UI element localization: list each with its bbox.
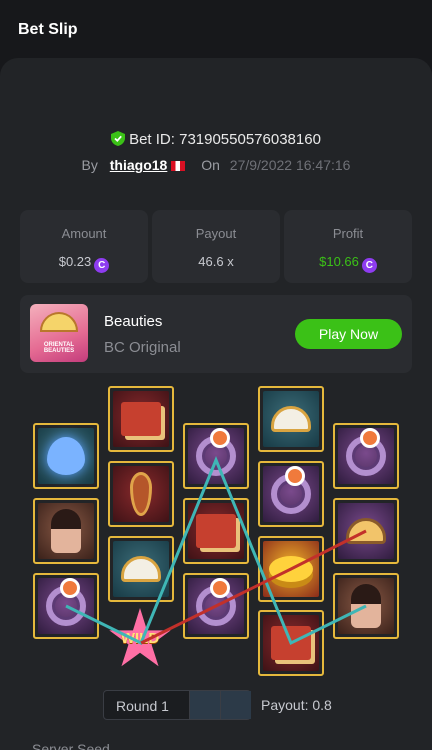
round-selector[interactable]: Round 1 [103,690,251,720]
round-label: Round 1 [116,698,169,714]
play-now-button[interactable]: Play Now [295,319,402,349]
profit-value: $10.66 [319,254,359,269]
reel-cell [258,610,324,676]
ring-icon [346,428,386,476]
reel-cell [183,573,249,639]
coin-icon: C [361,258,377,273]
reels-grid: WILD [0,380,432,680]
stat-profit: Profit $10.66 C [284,210,412,283]
on-label: On [201,157,220,173]
stat-label: Payout [195,226,237,241]
stat-value: $0.23 C [20,254,148,273]
coin-icon: C [94,258,110,273]
reel-cell [108,536,174,602]
shield-check-icon [111,131,126,146]
reel-cell [108,461,174,527]
lotus-icon [47,437,85,475]
reel-cell [108,386,174,452]
stat-payout: Payout 46.6 x [152,210,280,283]
reel-cell [258,536,324,602]
reel-cell [333,423,399,489]
lady-icon [51,509,81,553]
bet-id: Bet ID: 73190550576038160 [129,131,321,148]
reel-cell [183,423,249,489]
reel-cell [333,573,399,639]
reel-cell [33,573,99,639]
peru-flag-icon [171,161,186,171]
server-seed-label: Server Seed [32,741,110,750]
ring-icon [196,428,236,476]
reel-cell [183,498,249,564]
book-icon [121,402,161,436]
book-icon [196,514,236,548]
lady-icon [351,584,381,628]
stat-value: 46.6 x [198,254,234,269]
fan-icon [40,312,78,332]
round-payout: Payout: 0.8 [261,697,332,713]
ring-icon [271,466,311,514]
reel-cell [33,423,99,489]
stat-label: Amount [61,226,107,241]
prev-round-button[interactable] [189,691,220,719]
reel-cell [258,386,324,452]
wild-label: WILD [120,630,160,647]
wild-symbol: WILD [108,608,172,672]
ring-icon [46,578,86,626]
book-icon [271,626,311,660]
bet-id-row: Bet ID: 73190550576038160 [0,131,432,148]
thumbnail-title: ORIENTAL BEAUTIES [43,342,75,354]
amount-value: $0.23 [58,254,92,269]
by-label: By [81,157,98,173]
game-card: ORIENTAL BEAUTIES Beauties BC Original P… [20,295,412,373]
page-title: Bet Slip [18,21,78,38]
bet-byline: By thiago18 On 27/9/2022 16:47:16 [0,157,432,173]
user-link[interactable]: thiago18 [110,157,168,173]
next-round-button[interactable] [220,691,251,719]
stat-value: $10.66 C [284,254,412,273]
reel-cell [333,498,399,564]
ring-icon [196,578,236,626]
game-thumbnail[interactable]: ORIENTAL BEAUTIES [30,304,88,362]
gold-ingot-icon [269,556,313,582]
header: Bet Slip [0,0,432,58]
reel-cell [33,498,99,564]
bet-date: 27/9/2022 16:47:16 [229,157,351,173]
game-name: Beauties [104,313,163,330]
stat-amount: Amount $0.23 C [20,210,148,283]
stat-label: Profit [332,226,364,241]
reel-cell [258,461,324,527]
game-provider: BC Original [104,339,181,356]
